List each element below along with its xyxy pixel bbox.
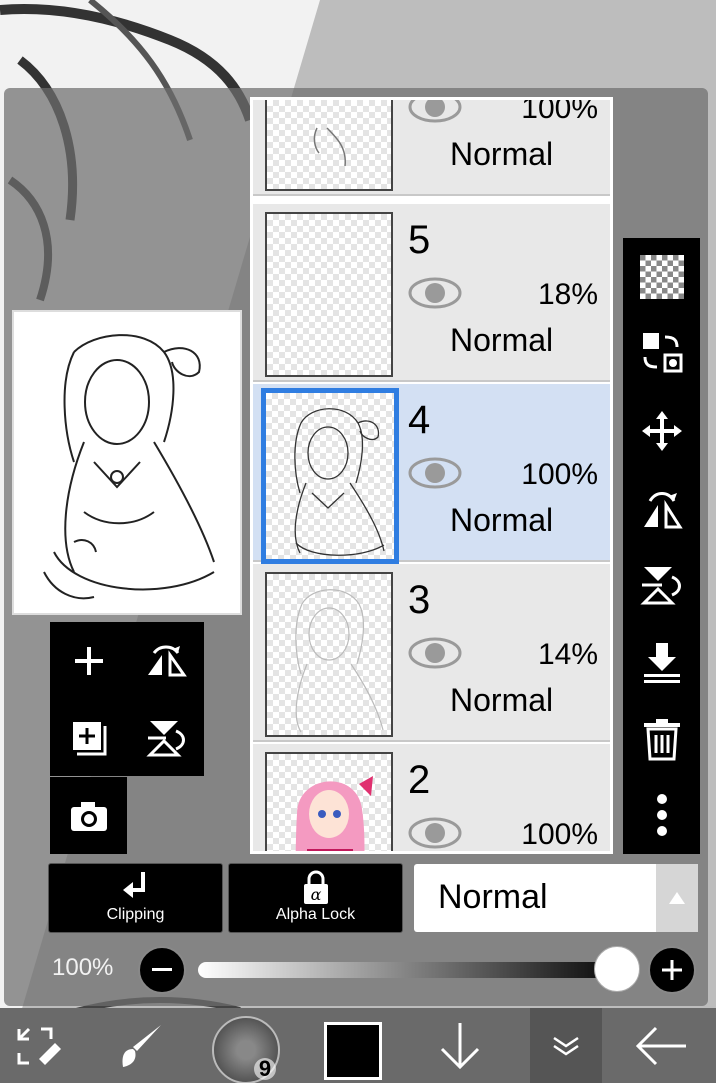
clipping-icon: [122, 872, 145, 898]
move-layer-button[interactable]: [623, 396, 700, 466]
flip-vertical-button[interactable]: [623, 550, 700, 620]
opacity-slider-thumb[interactable]: [594, 946, 640, 992]
copy-layer-button[interactable]: [50, 699, 127, 776]
alpha-lock-icon: α: [303, 870, 328, 904]
trash-icon: [643, 719, 680, 761]
swap-layer-button[interactable]: [623, 318, 700, 388]
layer-thumbnail: [265, 752, 393, 851]
flip-horizontal-icon: [643, 492, 683, 529]
layer-blend-mode: Normal: [450, 136, 554, 172]
preview-sketch: [43, 334, 215, 600]
layer-sketch: [313, 127, 346, 167]
layer-number: 4: [408, 398, 431, 442]
layer-item[interactable]: 3 14% Normal: [253, 564, 610, 742]
triangle-up-icon: [669, 892, 685, 904]
layer-color-art: [295, 776, 373, 851]
add-copy-layer-icon: [72, 721, 106, 755]
right-toolbar: [623, 238, 700, 854]
add-layer-button[interactable]: [50, 622, 127, 699]
layer-list[interactable]: 100% Normal 5 18% Normal 4 100% Normal 3…: [250, 97, 613, 854]
layer-thumbnail: [265, 212, 393, 377]
layer-sketch: [295, 589, 384, 733]
canvas-preview[interactable]: [12, 310, 242, 615]
blend-mode-dropdown-toggle[interactable]: [656, 864, 698, 932]
back-button[interactable]: [606, 1008, 716, 1083]
plus-icon: [662, 960, 682, 980]
clipping-button[interactable]: Clipping: [48, 863, 223, 933]
layer-number: 2: [408, 758, 431, 802]
layer-opacity: 100%: [521, 458, 598, 491]
layer-number: 5: [408, 218, 431, 262]
layer-sketch: [294, 408, 385, 556]
down-arrow-button[interactable]: [420, 1008, 500, 1083]
layer-blend-mode: Normal: [450, 682, 554, 718]
opacity-decrease-button[interactable]: [138, 946, 186, 994]
flip-horizontal-icon: [147, 645, 187, 676]
camera-button[interactable]: [50, 777, 127, 854]
visibility-eye-icon[interactable]: [408, 456, 462, 490]
blend-mode-value: Normal: [438, 878, 548, 916]
layer-thumbnail: [261, 388, 399, 564]
opacity-slider[interactable]: [198, 962, 630, 978]
visibility-eye-icon[interactable]: [408, 636, 462, 670]
opacity-label: 100%: [52, 954, 114, 981]
alpha-lock-label: Alpha Lock: [275, 906, 356, 923]
brush-icon: [122, 1024, 161, 1067]
layer-blend-mode: Normal: [450, 502, 554, 538]
transparent-layer-icon: [639, 255, 684, 299]
layer-opacity: 18%: [537, 278, 598, 311]
visibility-eye-icon[interactable]: [408, 276, 462, 310]
add-layer-icon: [74, 646, 103, 675]
svg-text:α: α: [310, 885, 321, 904]
flip-horizontal-button[interactable]: [127, 622, 204, 699]
alpha-lock-button[interactable]: α Alpha Lock: [228, 863, 403, 933]
layer-item[interactable]: 2 100%: [253, 744, 610, 851]
layer-thumbnail: [265, 572, 393, 737]
layer-thumbnail: [265, 100, 393, 191]
clipping-label: Clipping: [106, 906, 165, 923]
delete-layer-button[interactable]: [623, 704, 700, 774]
layer-opacity: 100%: [521, 818, 598, 851]
blend-mode-select[interactable]: Normal: [414, 864, 698, 932]
brush-size-value: 9: [254, 1058, 276, 1080]
flip-vertical-button[interactable]: [127, 699, 204, 776]
brush-size-button[interactable]: 9: [212, 1016, 280, 1083]
move-icon: [641, 411, 682, 451]
swap-layer-icon: [642, 333, 682, 373]
minus-icon: [152, 968, 172, 971]
merge-down-icon: [643, 643, 680, 683]
collapse-icon: [553, 1036, 579, 1056]
brush-tool-button[interactable]: [100, 1008, 180, 1083]
transform-icon: [17, 1027, 61, 1065]
flip-vertical-icon: [145, 720, 185, 756]
back-arrow-icon: [635, 1026, 686, 1065]
camera-icon: [70, 801, 107, 831]
layer-opacity: 100%: [521, 97, 598, 125]
down-arrow-icon: [440, 1022, 480, 1069]
layer-item-selected[interactable]: 4 100% Normal: [253, 384, 610, 564]
left-toolbox: [50, 622, 205, 854]
flip-vertical-icon: [639, 567, 681, 605]
layer-number: 3: [408, 578, 431, 622]
collapse-button[interactable]: [530, 1008, 602, 1083]
merge-down-button[interactable]: [623, 628, 700, 698]
layer-blend-mode: Normal: [450, 322, 554, 358]
layer-item[interactable]: 5 18% Normal: [253, 204, 610, 382]
visibility-eye-icon[interactable]: [408, 816, 462, 850]
layer-opacity: 14%: [537, 638, 598, 671]
visibility-eye-icon[interactable]: [408, 97, 462, 124]
opacity-increase-button[interactable]: [648, 946, 696, 994]
more-icon: [656, 794, 667, 836]
color-swatch[interactable]: [324, 1022, 382, 1080]
layer-item[interactable]: 100% Normal: [253, 97, 610, 196]
transparent-layer-button[interactable]: [623, 242, 700, 312]
flip-horizontal-button[interactable]: [623, 474, 700, 544]
transform-tool-button[interactable]: [0, 1008, 80, 1083]
more-options-button[interactable]: [623, 780, 700, 850]
